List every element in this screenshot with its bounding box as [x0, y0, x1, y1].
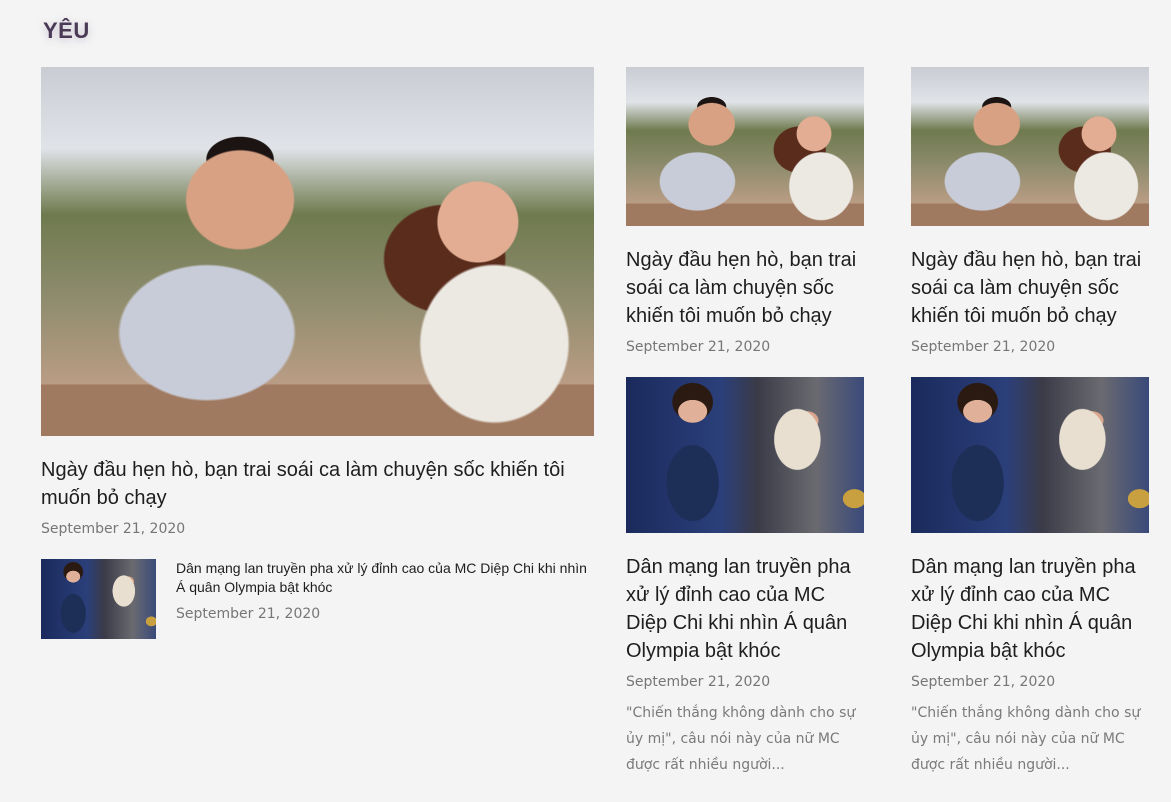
featured-article-title[interactable]: Ngày đầu hẹn hò, bạn trai soái ca làm ch…	[41, 456, 581, 512]
featured-article-date: September 21, 2020	[41, 521, 186, 537]
grid-article-title[interactable]: Ngày đầu hẹn hò, bạn trai soái ca làm ch…	[626, 246, 866, 330]
grid-article-image[interactable]	[911, 67, 1149, 226]
grid-article-excerpt: "Chiến thắng không dành cho sự ủy mị", c…	[911, 705, 1141, 773]
grid-article-title[interactable]: Dân mạng lan truyền pha xử lý đỉnh cao c…	[911, 553, 1151, 665]
small-article-date: September 21, 2020	[176, 606, 321, 622]
grid-article-title[interactable]: Dân mạng lan truyền pha xử lý đỉnh cao c…	[626, 553, 866, 665]
grid-article-image[interactable]	[626, 67, 864, 226]
featured-article-image[interactable]	[41, 67, 594, 436]
grid-article-excerpt: "Chiến thắng không dành cho sự ủy mị", c…	[626, 705, 856, 773]
grid-article-date: September 21, 2020	[626, 674, 771, 690]
category-section-yeu: YÊU Ngày đầu hẹn hò, bạn trai soái ca là…	[0, 0, 1171, 802]
grid-article-title[interactable]: Ngày đầu hẹn hò, bạn trai soái ca làm ch…	[911, 246, 1151, 330]
grid-article-image[interactable]	[626, 377, 864, 533]
small-article-image[interactable]	[41, 559, 156, 639]
section-title[interactable]: YÊU	[43, 18, 90, 44]
grid-article-date: September 21, 2020	[626, 339, 771, 355]
small-article-title[interactable]: Dân mạng lan truyền pha xử lý đỉnh cao c…	[176, 559, 594, 597]
grid-article-date: September 21, 2020	[911, 339, 1056, 355]
grid-article-image[interactable]	[911, 377, 1149, 533]
grid-article-date: September 21, 2020	[911, 674, 1056, 690]
